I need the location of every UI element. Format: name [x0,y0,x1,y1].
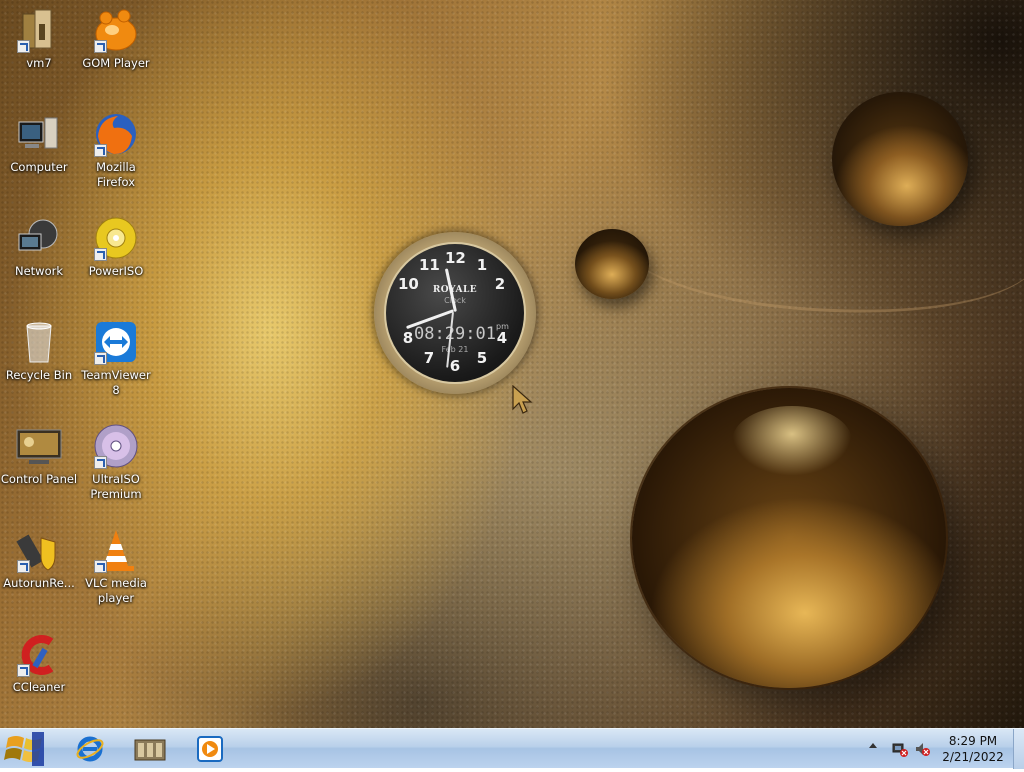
clock-ampm: pm [496,322,509,331]
folder-icon [15,6,63,54]
teamviewer-icon [92,318,140,366]
desktop-icon-poweriso[interactable]: PowerISO [77,214,155,279]
internet-explorer-icon [76,736,104,762]
shortcut-arrow-icon [94,456,107,469]
desktop-icon-label: TeamViewer 8 [81,368,151,397]
desktop-icon-label: CCleaner [12,680,66,694]
recycle-bin-icon [15,318,63,366]
control-panel-icon [15,422,63,470]
file-manager-icon [134,739,166,761]
taskbar-ie-button[interactable] [62,731,118,767]
desktop-icon-firefox[interactable]: Mozilla Firefox [77,110,155,190]
wallpaper-sphere-small [575,229,649,299]
desktop-icon-label: Computer [10,160,68,174]
gom-player-icon [92,6,140,54]
clock-number: 12 [445,249,466,267]
desktop-icon-ccleaner[interactable]: CCleaner [0,630,78,695]
shortcut-arrow-icon [94,352,107,365]
firefox-icon [92,110,140,158]
clock-brand: ROYALE [432,285,478,295]
clock-number: 1 [476,256,488,274]
clock-number: 5 [476,349,488,367]
vlc-cone-icon [92,526,140,574]
shortcut-arrow-icon [94,144,107,157]
desktop-icon-label: Recycle Bin [5,368,73,382]
desktop-icon-label: PowerISO [88,264,144,278]
desktop-icon-vlc[interactable]: VLC media player [77,526,155,606]
windows-logo-icon [4,732,44,766]
desktop-icon-label: GOM Player [82,56,150,70]
desktop-icon-label: UltraISO Premium [90,472,142,501]
start-button[interactable] [2,730,54,768]
desktop-icon-label: Control Panel [0,472,78,486]
network-status-icon[interactable] [892,741,908,757]
desktop: vm7 Computer Network Recycle Bin Control… [0,0,1024,728]
taskbar-media-player-button[interactable] [182,731,238,767]
wallpaper-sphere-medium [832,92,968,226]
shortcut-arrow-icon [17,560,30,573]
shortcut-arrow-icon [17,664,30,677]
desktop-icon-autorun[interactable]: AutorunRe... [0,526,78,591]
clock-number: 7 [423,349,435,367]
desktop-icon-gom-player[interactable]: GOM Player [77,6,155,71]
desktop-icon-computer[interactable]: Computer [0,110,78,175]
taskbar: 8:29 PM 2/21/2022 [0,728,1024,769]
desktop-icon-network[interactable]: Network [0,214,78,279]
shortcut-arrow-icon [94,560,107,573]
desktop-icon-recycle-bin[interactable]: Recycle Bin [0,318,78,383]
ultraiso-disc-icon [92,422,140,470]
clock-number: 2 [494,275,506,293]
network-icon [15,214,63,262]
clock-digital-time: 08:29:01 [414,324,496,344]
media-player-icon [197,736,223,762]
computer-icon [15,110,63,158]
taskbar-clock-time: 8:29 PM [948,734,998,748]
taskbar-clock-date: 2/21/2022 [942,750,1004,764]
ccleaner-icon [15,630,63,678]
show-desktop-button[interactable] [1013,729,1024,769]
clock-number: 10 [398,275,419,293]
desktop-icon-teamviewer[interactable]: TeamViewer 8 [77,318,155,398]
show-hidden-icons-button[interactable] [869,743,877,748]
clock-gadget[interactable]: 12 1 2 4 5 6 7 8 10 11 ROYALE Clock 08:2… [374,232,536,394]
desktop-icon-label: Mozilla Firefox [96,160,136,189]
desktop-icon-ultraiso[interactable]: UltraISO Premium [77,422,155,502]
taskbar-explorer-button[interactable] [122,731,178,767]
desktop-icon-label: VLC media player [85,576,147,605]
desktop-icon-control-panel[interactable]: Control Panel [0,422,78,487]
shortcut-arrow-icon [17,40,30,53]
desktop-icon-label: Network [14,264,64,278]
wallpaper-sphere-large [632,388,946,688]
desktop-icon-vm7[interactable]: vm7 [0,6,78,71]
shortcut-arrow-icon [94,248,107,261]
poweriso-disc-icon [92,214,140,262]
volume-muted-icon[interactable] [914,741,930,757]
desktop-icon-label: AutorunRe... [3,576,75,590]
clock-number: 11 [419,256,440,274]
taskbar-clock[interactable]: 8:29 PM 2/21/2022 [936,733,1010,765]
shortcut-arrow-icon [94,40,107,53]
desktop-icon-label: vm7 [26,56,52,70]
mouse-cursor-icon [512,385,533,414]
clock-date: Feb 21 [441,345,469,354]
autorun-shield-icon [15,526,63,574]
